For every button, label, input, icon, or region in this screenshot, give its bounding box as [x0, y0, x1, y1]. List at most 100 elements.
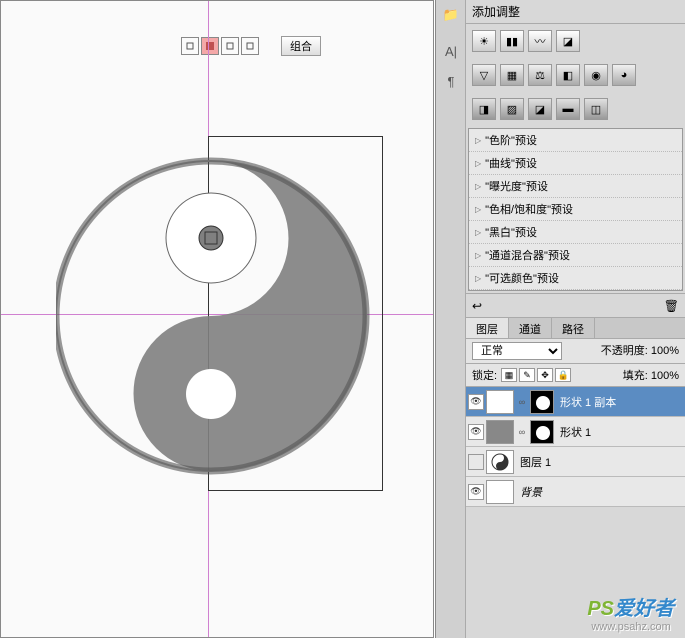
link-icon: ∞	[516, 427, 528, 437]
adjustment-icons-row1: ☀ ▮▮ 〰 ◪	[466, 24, 685, 58]
yinyang-shape[interactable]	[56, 136, 376, 496]
align-icon-2[interactable]	[201, 37, 219, 55]
panels-column: 📁 A| ¶ 添加调整 ☀ ▮▮ 〰 ◪ ▽ ▦ ⚖ ◧ ◉ ◕ ◨ ▨ ◪ ▬…	[435, 0, 685, 638]
tab-channels[interactable]: 通道	[509, 318, 552, 338]
preset-item[interactable]: ▷ "色阶"预设	[469, 129, 682, 152]
fill-label: 填充:	[623, 370, 648, 382]
preset-list: ▷ "色阶"预设 ▷ "曲线"预设 ▷ "曝光度"预设 ▷ "色相/饱和度"预设 ▷ "黑…	[468, 128, 683, 291]
threshold-icon[interactable]: ◪	[528, 98, 552, 120]
adjustments-header: 添加调整	[466, 0, 685, 24]
lock-pixels-icon[interactable]: ✎	[519, 368, 535, 382]
watermark-site: www.psahz.com	[591, 621, 674, 633]
layer-list: 👁 ∞ 形状 1 副本 👁 ∞ 形状 1 图层 1 👁	[466, 387, 685, 507]
opacity-label: 不透明度:	[601, 345, 648, 357]
vtab-character-icon[interactable]: A|	[436, 36, 466, 66]
photo-filter-icon[interactable]: ◉	[584, 64, 608, 86]
preset-item[interactable]: ▷ "黑白"预设	[469, 221, 682, 244]
preset-item[interactable]: ▷ "通道混合器"预设	[469, 244, 682, 267]
preset-label: "曝光度"预设	[485, 178, 548, 194]
blend-mode-select[interactable]: 正常	[472, 342, 562, 360]
layer-row[interactable]: 👁 ∞ 形状 1 副本	[466, 387, 685, 417]
watermark-sub: 爱好者	[614, 598, 674, 620]
layer-row[interactable]: 👁 ∞ 形状 1	[466, 417, 685, 447]
expand-icon: ▷	[475, 182, 481, 191]
bw-icon[interactable]: ◧	[556, 64, 580, 86]
preset-item[interactable]: ▷ "可选颜色"预设	[469, 267, 682, 290]
exposure-icon[interactable]: ◪	[556, 30, 580, 52]
group-button[interactable]: 组合	[281, 36, 321, 56]
vibrance-icon[interactable]: ▽	[472, 64, 496, 86]
invert-icon[interactable]: ◨	[472, 98, 496, 120]
layer-row[interactable]: 图层 1	[466, 447, 685, 477]
layer-thumb	[486, 480, 514, 504]
adjustment-icons-row3: ◨ ▨ ◪ ▬ ◫	[466, 92, 685, 126]
gradient-map-icon[interactable]: ▬	[556, 98, 580, 120]
layer-thumb	[486, 450, 514, 474]
lock-label: 锁定:	[472, 367, 497, 383]
tab-layers[interactable]: 图层	[466, 318, 509, 338]
posterize-icon[interactable]: ▨	[500, 98, 524, 120]
canvas-area[interactable]: 组合	[0, 0, 434, 638]
lock-position-icon[interactable]: ✥	[537, 368, 553, 382]
vtab-paragraph-icon[interactable]: ¶	[436, 66, 466, 96]
link-icon: ∞	[516, 397, 528, 407]
align-icon-3[interactable]	[221, 37, 239, 55]
layer-name: 图层 1	[520, 454, 551, 470]
preset-label: "黑白"预设	[485, 224, 537, 240]
curves-icon[interactable]: 〰	[528, 30, 552, 52]
mask-thumb[interactable]	[530, 390, 554, 414]
layer-options-row: 正常 不透明度: 100%	[466, 339, 685, 364]
balance-icon[interactable]: ⚖	[528, 64, 552, 86]
preset-label: "曲线"预设	[485, 155, 537, 171]
expand-icon: ▷	[475, 159, 481, 168]
preset-footer: ↩ 🗑	[466, 293, 685, 317]
preset-label: "通道混合器"预设	[485, 247, 570, 263]
align-icon-4[interactable]	[241, 37, 259, 55]
layer-name: 形状 1 副本	[560, 394, 616, 410]
channel-mixer-icon[interactable]: ◕	[612, 64, 636, 86]
visibility-icon[interactable]: 👁	[468, 394, 484, 410]
vtab-folder-icon[interactable]: 📁	[436, 0, 466, 30]
watermark: PS爱好者 www.psahz.com	[587, 592, 674, 633]
brightness-icon[interactable]: ☀	[472, 30, 496, 52]
hue-icon[interactable]: ▦	[500, 64, 524, 86]
adjustment-icons-row2: ▽ ▦ ⚖ ◧ ◉ ◕	[466, 58, 685, 92]
layer-thumb	[486, 420, 514, 444]
preset-label: "色相/饱和度"预设	[485, 201, 573, 217]
preset-item[interactable]: ▷ "曝光度"预设	[469, 175, 682, 198]
adjustments-title: 添加调整	[472, 3, 520, 20]
expand-icon: ▷	[475, 205, 481, 214]
preset-item[interactable]: ▷ "色相/饱和度"预设	[469, 198, 682, 221]
preset-item[interactable]: ▷ "曲线"预设	[469, 152, 682, 175]
lock-transparent-icon[interactable]: ▦	[501, 368, 517, 382]
levels-icon[interactable]: ▮▮	[500, 30, 524, 52]
expand-icon: ▷	[475, 136, 481, 145]
layer-thumb	[486, 390, 514, 414]
visibility-icon[interactable]: 👁	[468, 484, 484, 500]
expand-icon: ▷	[475, 251, 481, 260]
layer-name: 背景	[520, 484, 542, 500]
visibility-icon[interactable]	[468, 454, 484, 470]
preset-label: "可选颜色"预设	[485, 270, 559, 286]
watermark-logo: PS	[587, 598, 614, 620]
tab-paths[interactable]: 路径	[552, 318, 595, 338]
vertical-tabs: 📁 A| ¶	[436, 0, 466, 638]
visibility-icon[interactable]: 👁	[468, 424, 484, 440]
expand-icon: ▷	[475, 228, 481, 237]
lock-row: 锁定: ▦ ✎ ✥ 🔒 填充: 100%	[466, 364, 685, 387]
panels-content: 添加调整 ☀ ▮▮ 〰 ◪ ▽ ▦ ⚖ ◧ ◉ ◕ ◨ ▨ ◪ ▬ ◫ ▷ "色阶…	[466, 0, 685, 638]
align-toolbar: 组合	[181, 36, 321, 56]
trash-icon[interactable]: 🗑	[664, 299, 679, 313]
align-icon-1[interactable]	[181, 37, 199, 55]
expand-icon: ▷	[475, 274, 481, 283]
lock-all-icon[interactable]: 🔒	[555, 368, 571, 382]
selective-color-icon[interactable]: ◫	[584, 98, 608, 120]
layer-name: 形状 1	[560, 424, 591, 440]
return-icon[interactable]: ↩	[472, 299, 482, 313]
preset-label: "色阶"预设	[485, 132, 537, 148]
opacity-value[interactable]: 100%	[651, 345, 679, 357]
fill-value[interactable]: 100%	[651, 370, 679, 382]
layer-panel-tabs: 图层 通道 路径	[466, 317, 685, 339]
layer-row[interactable]: 👁 背景	[466, 477, 685, 507]
mask-thumb[interactable]	[530, 420, 554, 444]
